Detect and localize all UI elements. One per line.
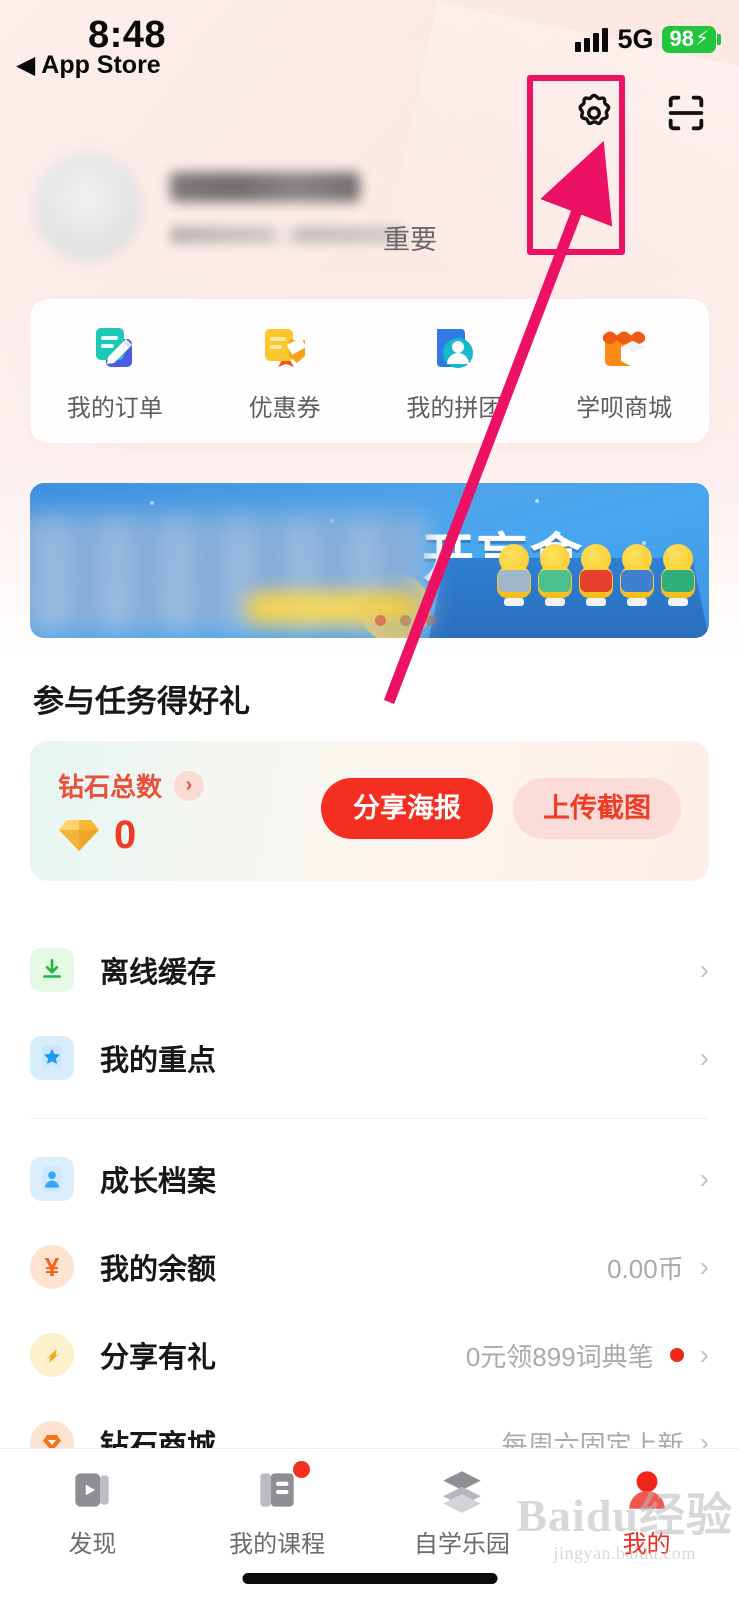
list-item-share-rewards[interactable]: 分享有礼 0元领899词典笔 › bbox=[0, 1311, 739, 1399]
tab-label: 发现 bbox=[68, 1531, 117, 1558]
list-item-label: 我的重点 bbox=[100, 1045, 217, 1077]
list-item-value: 0元领899词典笔 bbox=[465, 1341, 654, 1372]
avatar[interactable] bbox=[34, 152, 142, 260]
profile-card-icon bbox=[30, 1157, 74, 1201]
list-item-label: 我的余额 bbox=[100, 1254, 217, 1286]
shop-store-icon bbox=[595, 319, 653, 377]
promo-banner[interactable]: 开盲盒 bbox=[30, 483, 709, 638]
chevron-right-icon: › bbox=[699, 1042, 709, 1073]
list-item-my-key-points[interactable]: 我的重点 › bbox=[0, 1014, 739, 1102]
tab-badge-dot bbox=[293, 1461, 311, 1478]
battery-icon: 98 ⚡ bbox=[662, 26, 721, 53]
group-buy-person-icon bbox=[425, 319, 483, 377]
back-to-app-store-link[interactable]: ◀ App Store bbox=[16, 50, 161, 80]
network-type-label: 5G bbox=[617, 24, 654, 54]
quick-action-label: 优惠券 bbox=[248, 395, 321, 422]
status-bar-indicators: 5G 98 ⚡ bbox=[575, 24, 721, 55]
status-bar: 8:48 ◀ App Store 5G 98 ⚡ bbox=[0, 0, 739, 86]
chevron-right-icon: › bbox=[699, 1251, 709, 1282]
signal-bars-icon bbox=[575, 27, 609, 52]
diamond-card: 钻石总数 › 0 分享海报 上传截图 bbox=[30, 741, 709, 881]
discover-play-icon bbox=[67, 1465, 117, 1515]
banner-carousel-dots[interactable] bbox=[375, 615, 436, 626]
app-screen: 8:48 ◀ App Store 5G 98 ⚡ 重要 我的订单 优惠券 我的拼… bbox=[0, 0, 739, 1600]
self-study-layers-icon bbox=[437, 1465, 487, 1515]
user-name-blurred bbox=[170, 172, 360, 202]
profile-header[interactable] bbox=[30, 150, 710, 270]
upload-screenshot-button[interactable]: 上传截图 bbox=[513, 778, 681, 839]
share-poster-button[interactable]: 分享海报 bbox=[321, 778, 493, 839]
tab-profile[interactable]: 我的 bbox=[554, 1465, 739, 1559]
coupon-icon bbox=[256, 319, 314, 377]
list-divider bbox=[30, 1118, 709, 1119]
back-label: App Store bbox=[41, 51, 161, 79]
chevron-right-icon: › bbox=[699, 1339, 709, 1370]
tab-discover[interactable]: 发现 bbox=[0, 1465, 185, 1559]
order-document-icon bbox=[86, 319, 144, 377]
diamond-value-row: 0 bbox=[58, 815, 136, 855]
list-item-offline-cache[interactable]: 离线缓存 › bbox=[0, 926, 739, 1014]
scan-button[interactable] bbox=[659, 86, 713, 140]
tab-label: 我的课程 bbox=[229, 1531, 326, 1558]
menu-list: 离线缓存 › 我的重点 › 成长档案 › ¥ 我的余额 0.00币 › 分享有礼… bbox=[0, 900, 739, 1487]
diamond-icon bbox=[59, 820, 99, 851]
chevron-right-icon: › bbox=[699, 954, 709, 985]
quick-action-mall[interactable]: 学呗商城 bbox=[539, 319, 709, 423]
list-item-label: 分享有礼 bbox=[100, 1342, 217, 1374]
diamond-total-label: 钻石总数 bbox=[58, 772, 163, 802]
important-badge: 重要 bbox=[383, 225, 437, 255]
gear-icon bbox=[578, 93, 611, 126]
diamond-total-link[interactable]: 钻石总数 › bbox=[58, 767, 205, 804]
tab-my-courses[interactable]: 我的课程 bbox=[185, 1461, 370, 1559]
yuan-currency-icon: ¥ bbox=[30, 1245, 74, 1289]
download-icon bbox=[30, 948, 74, 992]
user-subtitle-blurred bbox=[170, 226, 405, 244]
quick-action-label: 我的拼团 bbox=[406, 395, 503, 422]
quick-action-coupons[interactable]: 优惠券 bbox=[200, 319, 370, 423]
quick-action-my-orders[interactable]: 我的订单 bbox=[30, 319, 200, 423]
tab-label: 自学乐园 bbox=[413, 1531, 510, 1558]
quick-actions-card: 我的订单 优惠券 我的拼团 学呗商城 bbox=[30, 299, 709, 443]
star-bookmark-icon bbox=[30, 1036, 74, 1080]
list-item-label: 离线缓存 bbox=[100, 957, 217, 989]
chevron-right-icon: › bbox=[699, 1163, 709, 1194]
list-item-my-balance[interactable]: ¥ 我的余额 0.00币 › bbox=[0, 1223, 739, 1311]
list-item-value: 0.00币 bbox=[607, 1253, 684, 1284]
settings-button[interactable] bbox=[567, 86, 621, 140]
notification-dot-badge bbox=[669, 1348, 684, 1362]
list-item-growth-profile[interactable]: 成长档案 › bbox=[0, 1135, 739, 1223]
banner-mascots bbox=[495, 544, 697, 606]
charging-bolt-icon: ⚡ bbox=[694, 28, 709, 50]
back-triangle-icon: ◀ bbox=[16, 51, 36, 79]
tab-self-study[interactable]: 自学乐园 bbox=[370, 1465, 555, 1559]
quick-action-group-buy[interactable]: 我的拼团 bbox=[370, 319, 540, 423]
battery-percent: 98 bbox=[669, 26, 694, 51]
tab-label: 我的 bbox=[622, 1531, 671, 1558]
quick-action-label: 我的订单 bbox=[66, 395, 163, 422]
task-section-title: 参与任务得好礼 bbox=[33, 684, 250, 719]
home-indicator bbox=[242, 1573, 497, 1584]
profile-person-icon bbox=[622, 1465, 672, 1515]
my-courses-book-icon bbox=[252, 1461, 311, 1515]
chevron-right-icon: › bbox=[174, 770, 205, 801]
quick-action-label: 学呗商城 bbox=[576, 395, 673, 422]
diamond-count: 0 bbox=[114, 813, 137, 857]
list-item-label: 成长档案 bbox=[100, 1166, 217, 1198]
share-arrow-icon bbox=[30, 1333, 74, 1377]
header-actions bbox=[567, 86, 713, 140]
diamond-card-actions: 分享海报 上传截图 bbox=[321, 778, 681, 839]
scan-qr-icon bbox=[668, 95, 704, 131]
